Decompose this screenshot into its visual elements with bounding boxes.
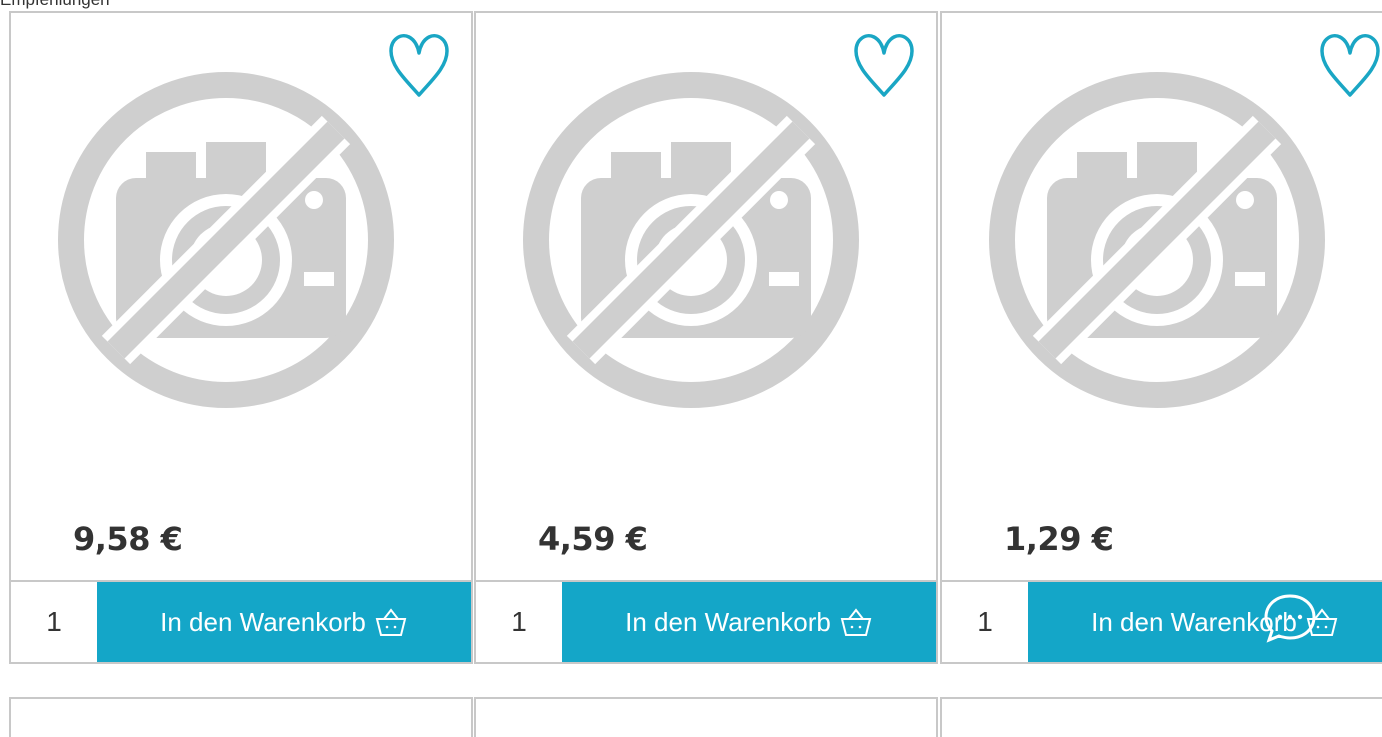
quantity-input[interactable]: 1 — [476, 582, 562, 662]
section-heading: Empfehlungen — [0, 0, 110, 10]
product-card[interactable] — [940, 697, 1382, 737]
product-card[interactable] — [9, 697, 473, 737]
product-card[interactable]: 9,58 € 1 In den Warenkorb — [9, 11, 473, 664]
no-image-icon — [989, 72, 1325, 408]
product-card[interactable]: 4,59 € 1 In den Warenkorb — [474, 11, 938, 664]
product-card[interactable]: 1,29 € 1 In den Warenkorb — [940, 11, 1382, 664]
heart-icon[interactable] — [852, 31, 916, 103]
no-image-icon — [58, 72, 394, 408]
product-price: 1,29 € — [1004, 520, 1114, 558]
quantity-input[interactable]: 1 — [942, 582, 1028, 662]
basket-icon — [840, 608, 872, 636]
add-to-cart-button[interactable]: In den Warenkorb — [1028, 582, 1382, 662]
heart-icon[interactable] — [387, 31, 451, 103]
add-to-cart-button[interactable]: In den Warenkorb — [562, 582, 936, 662]
add-to-cart-label: In den Warenkorb — [160, 606, 366, 637]
add-to-cart-button[interactable]: In den Warenkorb — [97, 582, 471, 662]
no-image-icon — [523, 72, 859, 408]
quantity-input[interactable]: 1 — [11, 582, 97, 662]
product-card[interactable] — [474, 697, 938, 737]
product-price: 4,59 € — [538, 520, 648, 558]
basket-icon — [375, 608, 407, 636]
heart-icon[interactable] — [1318, 31, 1382, 103]
product-price: 9,58 € — [73, 520, 183, 558]
add-to-cart-row: 1 In den Warenkorb — [11, 580, 471, 662]
add-to-cart-row: 1 In den Warenkorb — [476, 580, 936, 662]
add-to-cart-label: In den Warenkorb — [625, 606, 831, 637]
chat-icon[interactable] — [1262, 590, 1318, 646]
